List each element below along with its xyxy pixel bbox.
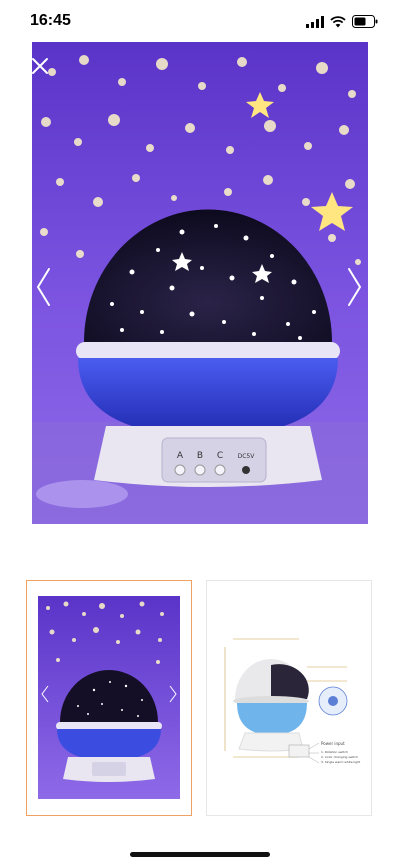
button-label-c: C bbox=[217, 451, 223, 461]
wifi-icon bbox=[330, 15, 346, 27]
diagram-label-rotation: 1. Rotation switch bbox=[321, 750, 348, 754]
diagram-label-color: 2. Color changing switch bbox=[321, 755, 358, 759]
diagram-label-power-input: Power input bbox=[321, 741, 345, 746]
battery-icon bbox=[352, 15, 378, 28]
cellular-signal-icon bbox=[306, 15, 324, 28]
product-image-viewer[interactable]: A B C DC5V bbox=[32, 42, 368, 524]
button-label-a: A bbox=[177, 451, 184, 461]
chevron-right-icon[interactable] bbox=[346, 266, 364, 308]
starry-projector-photo: A B C DC5V bbox=[32, 42, 368, 524]
home-indicator[interactable] bbox=[130, 852, 270, 857]
thumbnail-image bbox=[38, 596, 180, 799]
thumbnail-starry-projector[interactable] bbox=[26, 580, 192, 816]
status-time: 16:45 bbox=[30, 12, 71, 29]
power-label: DC5V bbox=[238, 453, 256, 460]
status-bar: 16:45 bbox=[0, 0, 400, 44]
chevron-left-icon[interactable] bbox=[34, 266, 52, 308]
status-icons bbox=[306, 15, 378, 28]
diagram-label-warm-light: 3. Single warm white light bbox=[321, 760, 361, 764]
button-label-b: B bbox=[197, 451, 203, 461]
projector-diagram-image: Power input 1. Rotation switch 2. Color … bbox=[224, 638, 361, 764]
thumbnail-projector-diagram[interactable]: Power input 1. Rotation switch 2. Color … bbox=[206, 580, 372, 816]
close-icon[interactable] bbox=[30, 56, 50, 76]
